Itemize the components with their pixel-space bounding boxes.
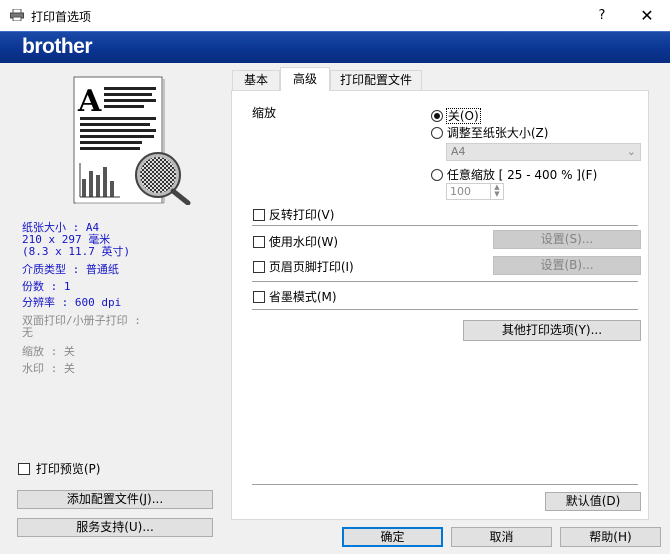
tab-print-profiles[interactable]: 打印配置文件 xyxy=(330,70,422,90)
scaling-info: 缩放 : 关 xyxy=(22,345,75,358)
resolution-info: 分辨率 : 600 dpi xyxy=(22,296,122,309)
print-preview-thumbnail: A xyxy=(73,76,191,205)
header-footer-settings-button[interactable]: 设置(B)... xyxy=(493,256,641,275)
support-button[interactable]: 服务支持(U)... xyxy=(17,518,213,537)
spin-buttons-icon[interactable]: ▲ ▼ xyxy=(490,184,503,199)
checkbox-box[interactable] xyxy=(253,208,265,221)
window-title: 打印首选项 xyxy=(31,10,92,24)
paper-size-select[interactable]: A4 ⌄ xyxy=(446,143,641,161)
scale-fit-label: 调整至纸张大小(Z) xyxy=(446,126,549,140)
help-title-button[interactable]: ? xyxy=(582,0,622,31)
media-type-info: 介质类型 : 普通纸 xyxy=(22,263,119,276)
brand-banner: brother xyxy=(0,31,670,63)
scaling-label: 缩放 xyxy=(252,106,277,120)
brother-logo: brother xyxy=(22,35,93,58)
other-print-options-button[interactable]: 其他打印选项(Y)... xyxy=(463,320,641,341)
chevron-down-icon: ⌄ xyxy=(626,145,636,158)
svg-text:A: A xyxy=(77,84,102,119)
print-preview-checkbox[interactable]: 打印预览(P) xyxy=(18,460,100,477)
watermark-label: 使用水印(W) xyxy=(268,235,339,249)
tab-advanced[interactable]: 高级 xyxy=(280,67,330,91)
separator xyxy=(252,281,638,282)
help-button[interactable]: 帮助(H) xyxy=(560,527,661,547)
scale-off-label: 关(O) xyxy=(445,108,481,124)
separator xyxy=(252,225,638,226)
checkbox-box[interactable] xyxy=(253,235,265,248)
scale-free-label: 任意缩放 [ 25 - 400 % ](F) xyxy=(446,168,598,182)
radio-button[interactable] xyxy=(431,126,443,139)
radio-button[interactable] xyxy=(431,168,443,181)
add-profile-button[interactable]: 添加配置文件(J)... xyxy=(17,490,213,509)
checkbox-box[interactable] xyxy=(253,290,265,303)
left-panel: A 纸张大小: A4 210 x 297 毫米 (8.3 x 11.7 英寸)… xyxy=(8,67,222,544)
toner-save-checkbox[interactable]: 省墨模式(M) xyxy=(253,288,337,305)
scale-fit-radio[interactable]: 调整至纸张大小(Z) xyxy=(431,124,548,141)
title-bar: 打印首选项 ? ✕ xyxy=(0,0,670,31)
toner-save-label: 省墨模式(M) xyxy=(268,290,337,304)
watermark-info: 水印 : 关 xyxy=(22,362,75,375)
watermark-settings-button[interactable]: 设置(S)... xyxy=(493,230,641,249)
scale-stepper[interactable]: 100 ▲ ▼ xyxy=(446,183,504,200)
scale-value: 100 xyxy=(450,185,471,198)
reverse-print-label: 反转打印(V) xyxy=(268,208,335,222)
separator xyxy=(252,309,638,310)
copies-info: 份数 : 1 xyxy=(22,280,71,293)
header-footer-checkbox[interactable]: 页眉页脚打印(I) xyxy=(253,258,354,275)
header-footer-label: 页眉页脚打印(I) xyxy=(268,260,354,274)
scale-off-radio[interactable]: 关(O) xyxy=(431,107,481,124)
paper-size-value: A4 xyxy=(451,145,466,158)
duplex-info: 双面打印/小册子打印 : 无 xyxy=(22,314,141,339)
cancel-button[interactable]: 取消 xyxy=(451,527,552,547)
tab-basic[interactable]: 基本 xyxy=(232,70,280,90)
ok-button[interactable]: 确定 xyxy=(342,527,443,547)
radio-button[interactable] xyxy=(431,109,443,122)
paper-size-info: 纸张大小 : A4 210 x 297 毫米 (8.3 x 11.7 英寸) xyxy=(22,221,131,258)
reverse-print-checkbox[interactable]: 反转打印(V) xyxy=(253,206,334,223)
separator xyxy=(252,484,638,485)
checkbox-box[interactable] xyxy=(18,462,30,475)
close-button[interactable]: ✕ xyxy=(624,0,670,31)
print-preview-label: 打印预览(P) xyxy=(35,462,101,476)
watermark-checkbox[interactable]: 使用水印(W) xyxy=(253,233,338,250)
scale-free-radio[interactable]: 任意缩放 [ 25 - 400 % ](F) xyxy=(431,166,597,183)
default-button[interactable]: 默认值(D) xyxy=(545,492,641,511)
checkbox-box[interactable] xyxy=(253,260,265,273)
printer-icon xyxy=(10,9,24,21)
